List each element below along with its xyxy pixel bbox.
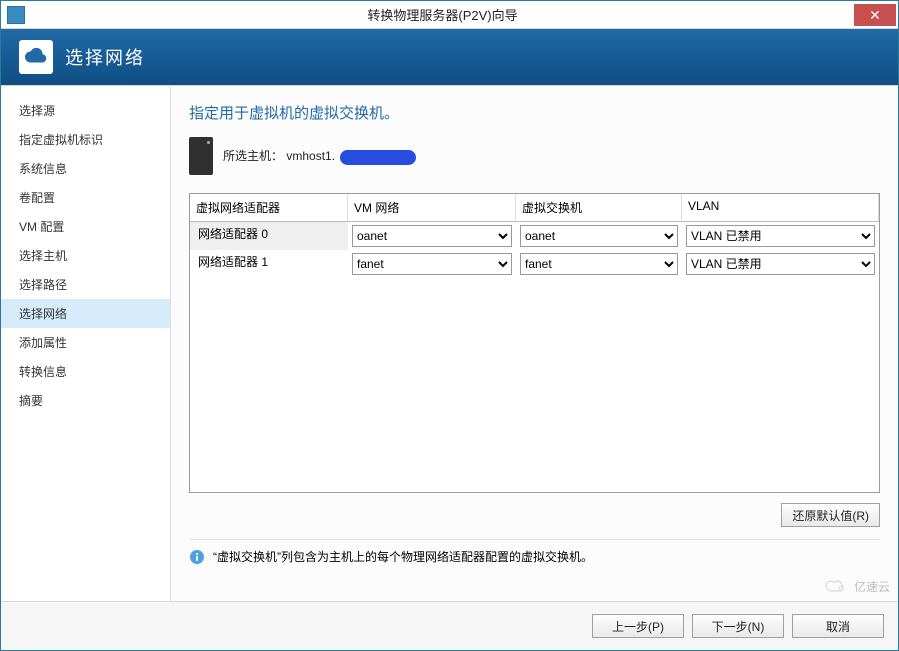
sidebar-item-6[interactable]: 选择路径 [1, 270, 170, 299]
banner-title: 选择网络 [65, 44, 145, 70]
body: 选择源指定虚拟机标识系统信息卷配置VM 配置选择主机选择路径选择网络添加属性转换… [1, 85, 898, 601]
banner-icon [19, 40, 53, 74]
server-icon [189, 137, 213, 175]
sidebar-item-7[interactable]: 选择网络 [1, 299, 170, 328]
vmnet-select[interactable]: fanet [352, 253, 512, 275]
restore-defaults-button[interactable]: 还原默认值(R) [781, 503, 880, 527]
vlan-cell: VLAN 已禁用 [682, 222, 879, 250]
adapter-grid: 虚拟网络适配器 VM 网络 虚拟交换机 VLAN 网络适配器 0oanetoan… [189, 193, 880, 493]
banner: 选择网络 [1, 29, 898, 85]
info-text: “虚拟交换机”列包含为主机上的每个物理网络适配器配置的虚拟交换机。 [213, 548, 593, 565]
sidebar-item-1[interactable]: 指定虚拟机标识 [1, 125, 170, 154]
col-adapter[interactable]: 虚拟网络适配器 [190, 194, 348, 221]
titlebar: 转换物理服务器(P2V)向导 ✕ [1, 1, 898, 29]
grid-header: 虚拟网络适配器 VM 网络 虚拟交换机 VLAN [190, 194, 879, 222]
sidebar-item-3[interactable]: 卷配置 [1, 183, 170, 212]
sidebar: 选择源指定虚拟机标识系统信息卷配置VM 配置选择主机选择路径选择网络添加属性转换… [1, 86, 171, 601]
footer: 上一步(P) 下一步(N) 取消 [1, 601, 898, 650]
host-redacted [340, 150, 416, 165]
vlan-select[interactable]: VLAN 已禁用 [686, 253, 875, 275]
adapter-name: 网络适配器 0 [190, 222, 348, 250]
info-icon [189, 549, 205, 565]
sidebar-item-5[interactable]: 选择主机 [1, 241, 170, 270]
main-panel: 指定用于虚拟机的虚拟交换机。 所选主机： vmhost1. 虚拟网络适配器 VM… [171, 86, 898, 601]
restore-row: 还原默认值(R) [189, 493, 880, 539]
grid-body: 网络适配器 0oanetoanetVLAN 已禁用网络适配器 1fanetfan… [190, 222, 879, 278]
col-vlan[interactable]: VLAN [682, 194, 879, 221]
col-vswitch[interactable]: 虚拟交换机 [516, 194, 682, 221]
close-icon: ✕ [869, 8, 881, 22]
sidebar-item-2[interactable]: 系统信息 [1, 154, 170, 183]
vmnet-cell: oanet [348, 222, 516, 250]
prev-button[interactable]: 上一步(P) [592, 614, 684, 638]
network-icon [25, 46, 47, 68]
table-row[interactable]: 网络适配器 1fanetfanetVLAN 已禁用 [190, 250, 879, 278]
sidebar-item-9[interactable]: 转换信息 [1, 357, 170, 386]
watermark: 亿速云 [824, 577, 890, 595]
window-title: 转换物理服务器(P2V)向导 [31, 5, 854, 24]
host-label-text: 所选主机： [223, 149, 283, 163]
vswitch-select[interactable]: oanet [520, 225, 678, 247]
col-vmnet[interactable]: VM 网络 [348, 194, 516, 221]
vswitch-cell: oanet [516, 222, 682, 250]
close-button[interactable]: ✕ [854, 4, 896, 26]
section-heading: 指定用于虚拟机的虚拟交换机。 [189, 102, 880, 123]
host-value: vmhost1. [286, 149, 335, 163]
watermark-text: 亿速云 [854, 578, 890, 595]
sidebar-item-10[interactable]: 摘要 [1, 386, 170, 415]
app-icon [7, 6, 25, 24]
cancel-button[interactable]: 取消 [792, 614, 884, 638]
vlan-select[interactable]: VLAN 已禁用 [686, 225, 875, 247]
vswitch-cell: fanet [516, 250, 682, 278]
host-label: 所选主机： vmhost1. [223, 147, 416, 164]
wizard-window: 转换物理服务器(P2V)向导 ✕ 选择网络 选择源指定虚拟机标识系统信息卷配置V… [0, 0, 899, 651]
vmnet-select[interactable]: oanet [352, 225, 512, 247]
vmnet-cell: fanet [348, 250, 516, 278]
info-row: “虚拟交换机”列包含为主机上的每个物理网络适配器配置的虚拟交换机。 [189, 539, 880, 573]
host-row: 所选主机： vmhost1. [189, 137, 880, 175]
vswitch-select[interactable]: fanet [520, 253, 678, 275]
table-row[interactable]: 网络适配器 0oanetoanetVLAN 已禁用 [190, 222, 879, 250]
next-button[interactable]: 下一步(N) [692, 614, 784, 638]
sidebar-item-4[interactable]: VM 配置 [1, 212, 170, 241]
vlan-cell: VLAN 已禁用 [682, 250, 879, 278]
sidebar-item-0[interactable]: 选择源 [1, 96, 170, 125]
adapter-name: 网络适配器 1 [190, 250, 348, 278]
sidebar-item-8[interactable]: 添加属性 [1, 328, 170, 357]
